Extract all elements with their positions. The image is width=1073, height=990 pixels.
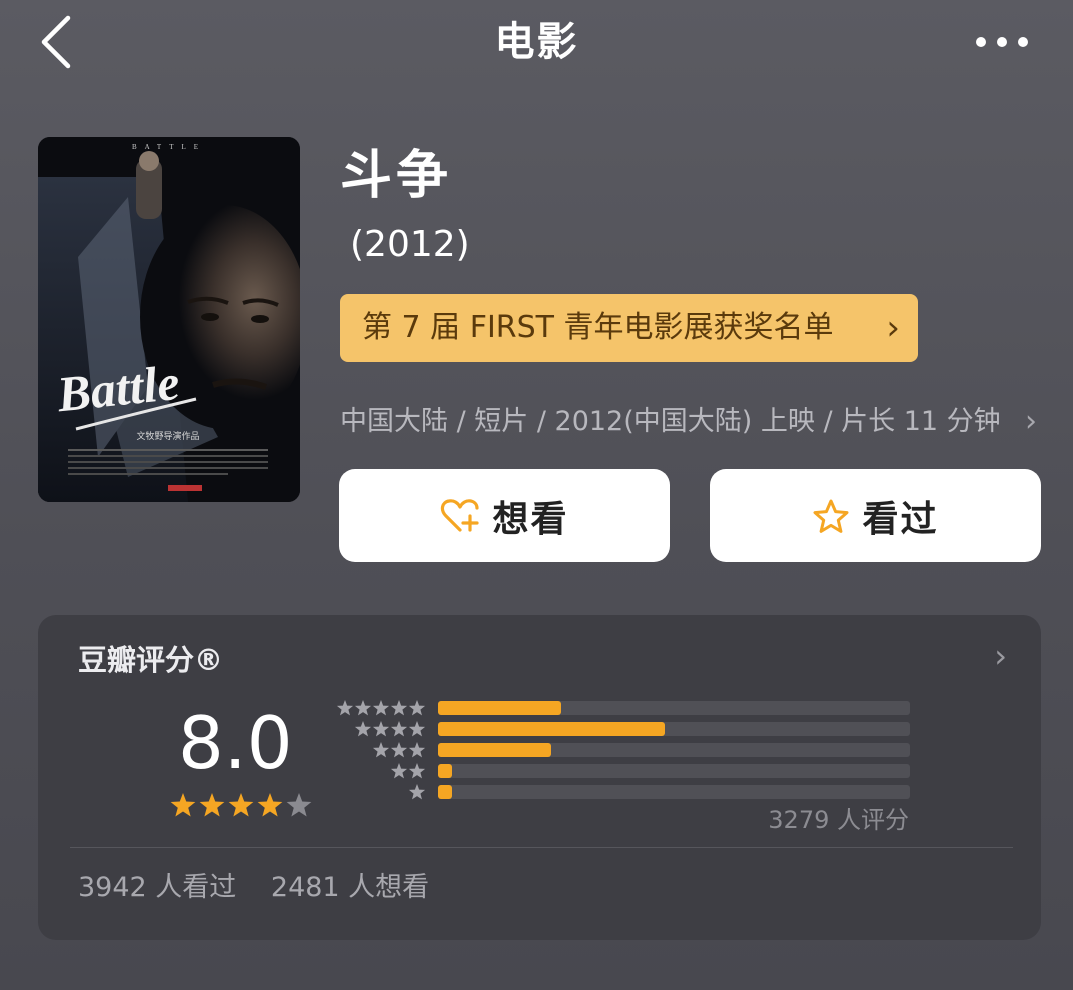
rating-title: 豆瓣评分® [78, 643, 224, 677]
rating-row-5-star [334, 700, 910, 716]
star-small-icon [390, 742, 408, 758]
rating-row-3-star [334, 742, 910, 758]
rating-bar-fill [438, 785, 453, 799]
rating-bar-track [438, 701, 910, 715]
movie-year: (2012) [350, 224, 470, 265]
rating-bar-track [438, 743, 910, 757]
star-small-icon [408, 784, 426, 800]
movie-title: 斗争 [340, 146, 453, 206]
heart-plus-icon [441, 498, 480, 532]
want-to-watch-button[interactable]: 想看 [339, 469, 670, 562]
award-tag-label: 第 7 届 FIRST 青年电影展获奖名单 [362, 310, 834, 345]
watched-label: 看过 [862, 498, 939, 540]
star-filled-icon [228, 793, 254, 817]
star-small-icon [372, 742, 390, 758]
watch-stats: 3942 人看过 2481 人想看 [78, 867, 429, 909]
star-filled-icon [257, 793, 283, 817]
seen-count: 3942 人看过 [78, 872, 237, 903]
rating-bar-fill [438, 764, 453, 778]
watched-button[interactable]: 看过 [710, 469, 1041, 562]
rating-row-stars-icon [390, 763, 426, 779]
rating-row-stars-icon [336, 700, 426, 716]
movie-detail-page: 电影 BATTLE Battle 文牧野导演作品 斗争 (2012) 第 7 届… [0, 0, 1073, 990]
more-button[interactable] [975, 30, 1029, 54]
star-small-icon [408, 721, 426, 737]
rating-score: 8.0 [178, 701, 293, 785]
star-small-icon [354, 721, 372, 737]
poster-top-text: BATTLE [132, 143, 206, 151]
rating-row-4-star [334, 721, 910, 737]
rating-count: 3279 人评分 [768, 806, 909, 834]
chevron-right-icon: › [886, 308, 900, 348]
star-small-icon [408, 700, 426, 716]
rating-bar-track [438, 722, 910, 736]
star-filled-icon [170, 793, 196, 817]
rating-bar-fill [438, 701, 561, 715]
rating-row-1-star [334, 784, 910, 800]
rating-bar-track [438, 764, 910, 778]
nav-title: 电影 [494, 19, 579, 65]
rating-row-stars-icon [372, 742, 426, 758]
star-outline-icon [813, 499, 849, 533]
more-dots-icon [976, 37, 1028, 47]
star-filled-icon [199, 793, 225, 817]
want-count: 2481 人想看 [270, 872, 430, 903]
star-small-icon [390, 700, 408, 716]
star-small-icon [408, 763, 426, 779]
rating-card[interactable]: 豆瓣评分® › 8.0 3279 人评分 3942 人看过 2481 人想看 [38, 615, 1041, 940]
award-tag[interactable]: 第 7 届 FIRST 青年电影展获奖名单 › [340, 294, 918, 362]
rating-row-stars-icon [354, 721, 426, 737]
rating-bar-fill [438, 743, 552, 757]
star-small-icon [390, 763, 408, 779]
star-small-icon [372, 721, 390, 737]
star-small-icon [336, 700, 354, 716]
rating-row-stars-icon [408, 784, 426, 800]
rating-bar-track [438, 785, 910, 799]
chevron-right-icon: › [1025, 404, 1037, 439]
movie-meta[interactable]: 中国大陆 / 短片 / 2012(中国大陆) 上映 / 片长 11 分钟 [340, 398, 1040, 446]
score-stars [168, 791, 318, 825]
star-empty-icon [286, 793, 312, 817]
rating-bar-fill [438, 722, 665, 736]
divider [70, 847, 1013, 848]
star-small-icon [390, 721, 408, 737]
star-small-icon [372, 700, 390, 716]
poster-director-credit: 文牧野导演作品 [136, 430, 199, 442]
rating-row-2-star [334, 763, 910, 779]
want-to-watch-label: 想看 [492, 498, 569, 540]
star-small-icon [408, 742, 426, 758]
chevron-right-icon[interactable]: › [994, 637, 1007, 675]
movie-poster[interactable]: BATTLE Battle 文牧野导演作品 [38, 137, 300, 502]
star-small-icon [354, 700, 372, 716]
